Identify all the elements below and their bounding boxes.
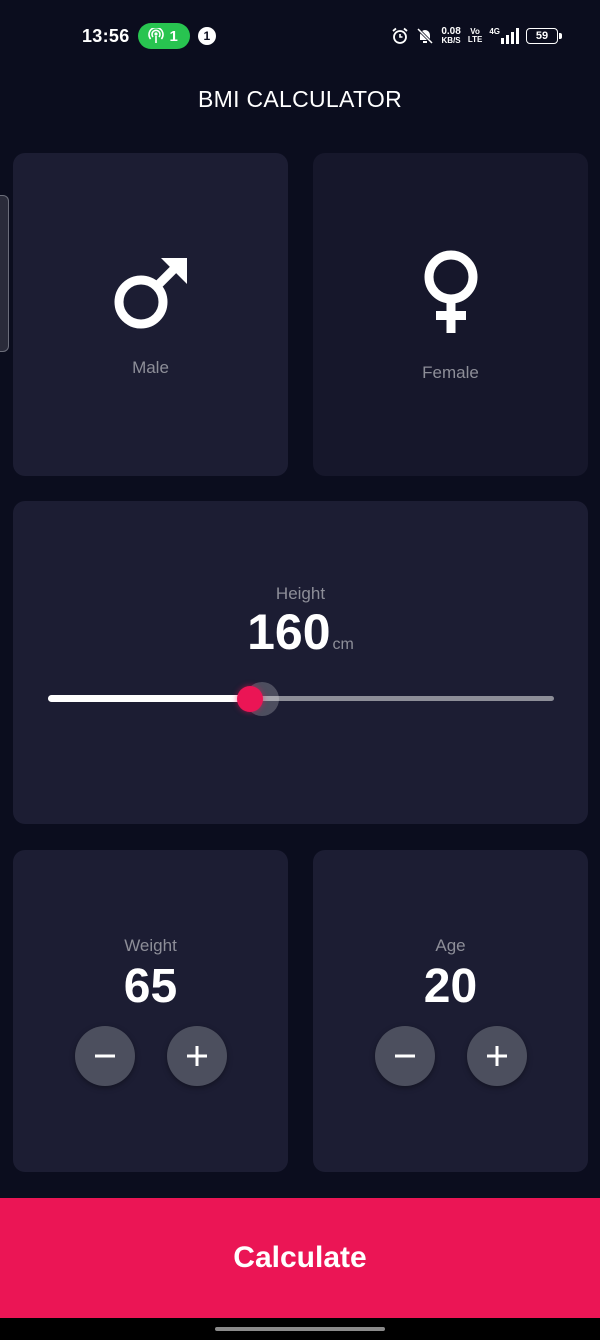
- plus-icon: [186, 1046, 207, 1066]
- network-speed: 0.08 KB/S: [441, 27, 460, 45]
- weight-card: Weight 65: [13, 850, 288, 1172]
- status-right: 0.08 KB/S Vo LTE 4G 59: [391, 27, 562, 45]
- weight-label: Weight: [124, 936, 177, 955]
- height-unit: cm: [332, 635, 354, 653]
- home-indicator[interactable]: [215, 1327, 385, 1331]
- calculate-button[interactable]: Calculate: [0, 1198, 600, 1318]
- hotspot-count: 1: [169, 27, 178, 45]
- battery-level: 59: [535, 30, 549, 42]
- weight-stepper: [74, 1026, 227, 1086]
- weight-decrement-button[interactable]: [74, 1026, 135, 1086]
- minus-icon: [94, 1054, 115, 1058]
- volte-bottom: LTE: [467, 35, 483, 44]
- notification-count-badge: 1: [197, 27, 216, 45]
- plus-icon: [486, 1046, 507, 1066]
- weight-value: 65: [123, 960, 178, 1013]
- minus-icon: [394, 1054, 415, 1058]
- alarm-icon: [392, 27, 408, 44]
- signal-strength-icon: [501, 28, 519, 44]
- volte-indicator: Vo LTE: [468, 28, 483, 44]
- app-title: BMI CALCULATOR: [197, 86, 402, 112]
- gender-label-male: Male: [132, 357, 169, 377]
- hotspot-indicator: 1: [137, 23, 190, 49]
- gender-card-female[interactable]: Female: [313, 153, 588, 476]
- status-bar: 13:56 1 1 0.08 KB/S Vo LTE 4G 59: [0, 0, 600, 72]
- age-card: Age 20: [313, 850, 588, 1172]
- age-label: Age: [435, 936, 466, 955]
- height-value-row: 160 cm: [247, 606, 354, 658]
- bell-muted-icon: [417, 27, 434, 45]
- gender-card-male[interactable]: Male: [13, 153, 288, 476]
- gender-label-female: Female: [422, 362, 479, 382]
- signal-indicator: 4G: [489, 28, 519, 44]
- edge-panel-handle[interactable]: [0, 195, 9, 352]
- height-label: Height: [275, 583, 326, 603]
- age-value: 20: [423, 960, 478, 1013]
- system-navigation-bar: [0, 1318, 600, 1340]
- age-stepper: [374, 1026, 527, 1086]
- age-increment-button[interactable]: [466, 1026, 527, 1086]
- status-left: 13:56 1 1: [82, 23, 216, 49]
- age-decrement-button[interactable]: [374, 1026, 435, 1086]
- hotspot-icon: [147, 28, 164, 43]
- battery-indicator: 59: [526, 28, 562, 44]
- network-type: 4G: [489, 27, 500, 36]
- slider-thumb[interactable]: [236, 685, 263, 712]
- height-card: Height 160 cm: [13, 501, 588, 824]
- slider-active-track[interactable]: [47, 694, 250, 702]
- network-speed-unit: KB/S: [441, 36, 461, 45]
- height-value: 160: [247, 603, 331, 660]
- weight-increment-button[interactable]: [166, 1026, 227, 1086]
- status-time: 13:56: [82, 25, 130, 46]
- male-symbol-icon: [114, 257, 187, 328]
- height-slider[interactable]: [47, 681, 554, 716]
- female-symbol-icon: [424, 250, 477, 333]
